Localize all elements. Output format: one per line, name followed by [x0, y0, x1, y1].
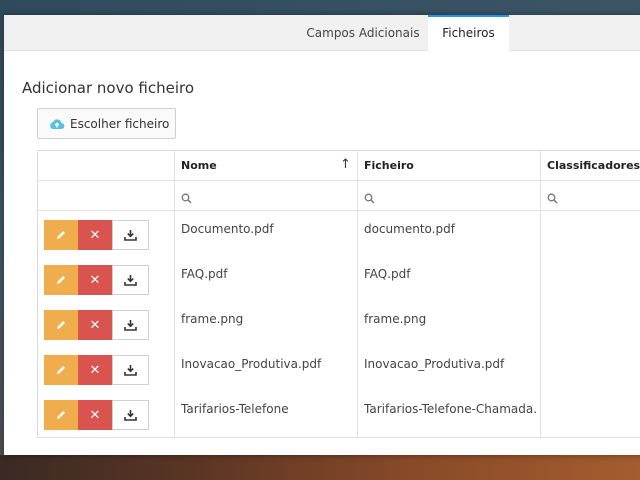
download-icon	[124, 410, 137, 421]
download-button[interactable]	[112, 265, 149, 295]
delete-button[interactable]: ✕	[78, 355, 112, 385]
file-cell: Inovacao_Produtiva.pdf	[364, 357, 505, 371]
file-name-cell: Tarifarios-Telefone	[181, 402, 289, 416]
download-button[interactable]	[112, 220, 149, 250]
edit-button[interactable]	[44, 265, 78, 295]
edit-button[interactable]	[44, 220, 78, 250]
choose-file-button[interactable]: Escolher ficheiro	[37, 108, 176, 139]
search-icon[interactable]	[364, 189, 375, 208]
column-header-nome-label: Nome	[181, 159, 217, 172]
table-row-actions: ✕	[44, 265, 149, 295]
pencil-icon	[57, 366, 65, 374]
column-header-ficheiro[interactable]: Ficheiro	[357, 151, 540, 180]
download-button[interactable]	[112, 400, 149, 430]
file-name-cell: Documento.pdf	[181, 222, 274, 236]
table-row-actions: ✕	[44, 355, 149, 385]
tab-ficheiros[interactable]: Ficheiros	[428, 15, 509, 52]
pencil-icon	[57, 231, 65, 239]
file-name-cell: frame.png	[181, 312, 244, 326]
section-title: Adicionar novo ficheiro	[22, 79, 195, 97]
delete-button[interactable]: ✕	[78, 310, 112, 340]
choose-file-label: Escolher ficheiro	[70, 116, 170, 131]
download-icon	[124, 365, 137, 376]
pencil-icon	[57, 321, 65, 329]
close-icon: ✕	[89, 272, 101, 288]
delete-button[interactable]: ✕	[78, 220, 112, 250]
header-divider	[38, 180, 640, 181]
search-icon[interactable]	[181, 189, 192, 208]
table-row-actions: ✕	[44, 400, 149, 430]
download-button[interactable]	[112, 355, 149, 385]
cloud-upload-icon	[49, 118, 65, 130]
edit-button[interactable]	[44, 400, 78, 430]
close-icon: ✕	[89, 317, 101, 333]
pencil-icon	[57, 276, 65, 284]
edit-button[interactable]	[44, 310, 78, 340]
column-divider	[357, 151, 358, 437]
sort-ascending-icon[interactable]: ↑	[340, 157, 351, 172]
file-cell: documento.pdf	[364, 222, 455, 236]
close-icon: ✕	[89, 362, 101, 378]
tab-campos-adicionais[interactable]: Campos Adicionais	[300, 15, 426, 51]
file-name-cell: FAQ.pdf	[181, 267, 228, 281]
pencil-icon	[57, 411, 65, 419]
filter-divider	[38, 210, 640, 211]
file-name-cell: Inovacao_Produtiva.pdf	[181, 357, 322, 371]
column-header-classificadores[interactable]: Classificadores	[540, 151, 640, 180]
download-icon	[124, 320, 137, 331]
tab-bar: Campos Adicionais Ficheiros	[4, 15, 640, 52]
delete-button[interactable]: ✕	[78, 265, 112, 295]
files-panel: Campos Adicionais Ficheiros Adicionar no…	[4, 15, 640, 455]
file-cell: Tarifarios-Telefone-Chamada...	[364, 402, 536, 416]
download-icon	[124, 230, 137, 241]
table-row-actions: ✕	[44, 220, 149, 250]
search-icon[interactable]	[547, 189, 558, 208]
close-icon: ✕	[89, 227, 101, 243]
desktop-background	[0, 455, 640, 480]
close-icon: ✕	[89, 407, 101, 423]
delete-button[interactable]: ✕	[78, 400, 112, 430]
column-header-nome[interactable]: Nome	[174, 151, 357, 180]
table-row-actions: ✕	[44, 310, 149, 340]
file-cell: frame.png	[364, 312, 427, 326]
column-divider	[540, 151, 541, 437]
column-divider	[174, 151, 175, 437]
download-button[interactable]	[112, 310, 149, 340]
column-header-classificadores-label: Classificadores	[547, 159, 640, 172]
column-header-ficheiro-label: Ficheiro	[364, 159, 414, 172]
edit-button[interactable]	[44, 355, 78, 385]
file-cell: FAQ.pdf	[364, 267, 411, 281]
files-table: Nome ↑ Ficheiro Classificadores ✕ Docume…	[37, 150, 640, 438]
download-icon	[124, 275, 137, 286]
